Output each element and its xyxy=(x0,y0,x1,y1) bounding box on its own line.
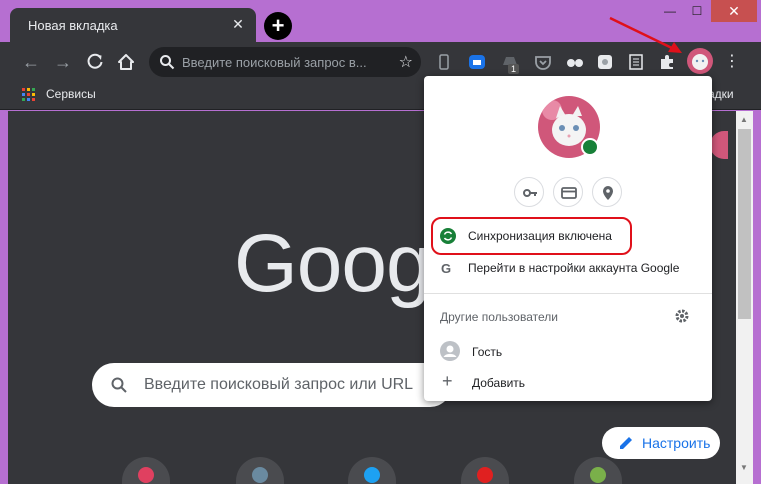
guest-label: Гость xyxy=(472,345,503,359)
shortcut-tile[interactable] xyxy=(122,457,170,484)
ntp-search-placeholder: Введите поисковый запрос или URL xyxy=(144,376,414,393)
gear-icon[interactable] xyxy=(674,308,690,324)
address-bar[interactable]: Введите поисковый запрос в... ☆ xyxy=(149,47,421,77)
tab-close-icon[interactable]: ✕ xyxy=(230,16,246,32)
location-pin-icon xyxy=(603,186,613,200)
back-arrow-icon[interactable]: ← xyxy=(19,50,43,74)
sync-icon xyxy=(440,228,456,244)
scroll-up-icon[interactable]: ▲ xyxy=(740,115,748,124)
tab-new-tab[interactable]: Новая вкладка ✕ xyxy=(10,8,256,42)
sync-status-row[interactable]: Синхронизация включена xyxy=(424,217,712,255)
customize-label: Настроить xyxy=(642,435,711,451)
scroll-thumb[interactable] xyxy=(738,129,751,319)
address-bar-text: Введите поисковый запрос в... xyxy=(182,55,367,70)
ntp-avatar[interactable] xyxy=(710,131,728,159)
home-icon[interactable] xyxy=(114,50,138,74)
window-frame xyxy=(753,111,761,484)
divider xyxy=(424,293,712,294)
google-logo: Goog xyxy=(234,218,432,309)
phone-icon[interactable] xyxy=(434,52,454,72)
sync-badge-icon xyxy=(581,138,599,156)
ntp-search-box[interactable]: Введите поисковый запрос или URL xyxy=(92,363,452,407)
pencil-icon xyxy=(620,437,632,449)
google-g-icon: G xyxy=(441,261,452,276)
credit-card-icon xyxy=(561,187,577,199)
key-icon xyxy=(523,189,537,197)
addresses-button[interactable] xyxy=(592,177,622,207)
annotation-arrow xyxy=(609,16,682,53)
forward-arrow-icon[interactable]: → xyxy=(51,50,75,74)
google-account-settings-row[interactable]: G Перейти в настройки аккаунта Google xyxy=(424,252,712,284)
payment-card-button[interactable] xyxy=(553,177,583,207)
passwords-key-button[interactable] xyxy=(514,177,544,207)
apps-bookmark-label[interactable]: Сервисы xyxy=(46,87,96,101)
shortcut-tile[interactable] xyxy=(574,457,622,484)
reload-icon[interactable] xyxy=(83,50,107,74)
scroll-down-icon[interactable]: ▼ xyxy=(740,463,748,472)
sync-status-label: Синхронизация включена xyxy=(468,229,612,243)
other-users-heading: Другие пользователи xyxy=(440,310,558,324)
add-user-row[interactable]: + Добавить xyxy=(424,368,712,396)
shortcut-tile[interactable] xyxy=(348,457,396,484)
close-window-button[interactable]: ✕ xyxy=(711,0,757,22)
customize-button[interactable]: Настроить xyxy=(602,427,720,459)
tab-title: Новая вкладка xyxy=(28,18,118,33)
scrollbar[interactable]: ▲ ▼ xyxy=(736,111,753,484)
profile-avatar-button[interactable] xyxy=(687,48,713,74)
browser-window: Новая вкладка ✕ + — ☐ ✕ ← → Введите поис… xyxy=(0,0,761,484)
apps-grid-icon[interactable] xyxy=(22,88,36,102)
guest-user-row[interactable]: Гость xyxy=(424,337,712,365)
pocket-icon[interactable] xyxy=(533,52,553,72)
shortcut-tile[interactable] xyxy=(461,457,509,484)
add-user-label: Добавить xyxy=(472,376,526,390)
search-icon xyxy=(160,55,175,70)
account-settings-label: Перейти в настройки аккаунта Google xyxy=(468,261,680,275)
guest-avatar-icon xyxy=(440,341,460,361)
menu-kebab-icon[interactable]: ⋮ xyxy=(724,52,740,72)
bookmark-star-icon[interactable]: ☆ xyxy=(399,52,413,72)
profile-menu-popup: Синхронизация включена G Перейти в настр… xyxy=(424,76,712,401)
shortcut-tile[interactable] xyxy=(236,457,284,484)
search-icon xyxy=(111,377,127,393)
extension-badge: 1 xyxy=(508,64,520,74)
screenshot-extension-icon[interactable] xyxy=(467,52,487,72)
new-tab-button[interactable]: + xyxy=(264,12,292,40)
plus-icon: + xyxy=(442,371,453,391)
binoculars-icon[interactable] xyxy=(565,52,585,72)
